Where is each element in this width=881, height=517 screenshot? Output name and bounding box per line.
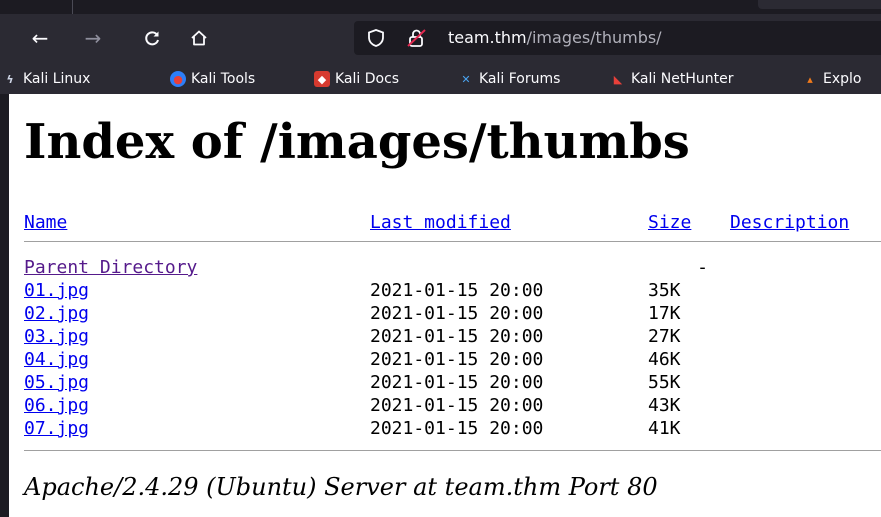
tab-strip bbox=[0, 0, 881, 14]
file-size: 17K bbox=[648, 303, 681, 324]
bookmarks-toolbar: ϟ Kali Linux ● Kali Tools ◆ Kali Docs ✕ … bbox=[0, 62, 881, 94]
bookmark-kali-nethunter[interactable]: ◣ Kali NetHunter bbox=[610, 69, 734, 89]
sort-by-modified-link[interactable]: Last modified bbox=[370, 212, 511, 233]
list-item: 05.jpg 2021-01-15 20:00 55K bbox=[24, 371, 730, 394]
tab-divider bbox=[72, 0, 73, 14]
reload-button[interactable] bbox=[138, 24, 166, 52]
kali-docs-icon: ◆ bbox=[314, 71, 330, 87]
list-item: 03.jpg 2021-01-15 20:00 27K bbox=[24, 325, 730, 348]
file-size: 35K bbox=[648, 280, 681, 301]
shield-icon bbox=[367, 28, 385, 53]
list-item: 01.jpg 2021-01-15 20:00 35K bbox=[24, 279, 730, 302]
file-size: 41K bbox=[648, 418, 681, 439]
listing-header: Name Last modified Size Description bbox=[24, 211, 849, 234]
file-modified: 2021-01-15 20:00 bbox=[370, 395, 544, 416]
insecure-lock-icon[interactable] bbox=[406, 28, 428, 53]
divider-bottom bbox=[24, 450, 881, 451]
navigation-toolbar: ← → team.thm/images/thumbs/ bbox=[0, 14, 881, 62]
file-link[interactable]: 06.jpg bbox=[24, 395, 89, 416]
file-size: 55K bbox=[648, 372, 681, 393]
file-listing: Parent Directory - 01.jpg 2021-01-15 20:… bbox=[24, 256, 730, 440]
list-item: 02.jpg 2021-01-15 20:00 17K bbox=[24, 302, 730, 325]
page-title: Index of /images/thumbs bbox=[24, 114, 690, 170]
page-content: Index of /images/thumbs Name Last modifi… bbox=[9, 94, 881, 517]
list-item: 04.jpg 2021-01-15 20:00 46K bbox=[24, 348, 730, 371]
divider-top bbox=[24, 241, 881, 242]
kali-dragon-icon: ϟ bbox=[6, 72, 14, 86]
file-link[interactable]: 07.jpg bbox=[24, 418, 89, 439]
bookmark-kali-tools[interactable]: ● Kali Tools bbox=[170, 69, 255, 89]
file-modified: 2021-01-15 20:00 bbox=[370, 349, 544, 370]
file-link[interactable]: 04.jpg bbox=[24, 349, 89, 370]
home-button[interactable] bbox=[185, 24, 213, 52]
arrow-right-icon: → bbox=[84, 26, 102, 50]
back-button[interactable]: ← bbox=[26, 24, 54, 52]
file-modified: 2021-01-15 20:00 bbox=[370, 303, 544, 324]
address-bar[interactable]: team.thm/images/thumbs/ bbox=[354, 21, 881, 55]
file-link[interactable]: 02.jpg bbox=[24, 303, 89, 324]
forward-button[interactable]: → bbox=[79, 24, 107, 52]
reload-icon bbox=[145, 31, 159, 46]
bookmark-exploit-db[interactable]: ▴ Explo bbox=[802, 69, 861, 89]
file-modified: 2021-01-15 20:00 bbox=[370, 326, 544, 347]
bookmark-label: Kali NetHunter bbox=[631, 71, 734, 87]
file-size: - bbox=[697, 257, 708, 278]
bookmark-label: Kali Linux bbox=[23, 71, 91, 87]
tab-strip-button[interactable] bbox=[758, 0, 881, 9]
bookmark-kali-linux[interactable]: ϟ Kali Linux bbox=[2, 69, 90, 89]
file-size: 43K bbox=[648, 395, 681, 416]
bookmark-kali-forums[interactable]: ✕ Kali Forums bbox=[458, 69, 560, 89]
file-link[interactable]: 03.jpg bbox=[24, 326, 89, 347]
url-host: team.thm bbox=[448, 28, 527, 47]
exploit-db-icon: ▴ bbox=[807, 72, 813, 86]
list-item-parent: Parent Directory - bbox=[24, 256, 730, 279]
sort-by-name-link[interactable]: Name bbox=[24, 212, 67, 233]
kali-nethunter-icon: ◣ bbox=[613, 72, 623, 86]
server-signature: Apache/2.4.29 (Ubuntu) Server at team.th… bbox=[24, 473, 658, 501]
list-item: 06.jpg 2021-01-15 20:00 43K bbox=[24, 394, 730, 417]
file-modified: 2021-01-15 20:00 bbox=[370, 280, 544, 301]
file-modified: 2021-01-15 20:00 bbox=[370, 418, 544, 439]
kali-forums-icon: ✕ bbox=[461, 72, 471, 86]
sort-by-description-link[interactable]: Description bbox=[730, 212, 849, 233]
parent-directory-link[interactable]: Parent Directory bbox=[24, 257, 197, 278]
bookmark-label: Explo bbox=[823, 71, 862, 87]
url-path: /images/thumbs/ bbox=[526, 28, 662, 47]
bookmark-label: Kali Docs bbox=[335, 71, 400, 87]
file-modified: 2021-01-15 20:00 bbox=[370, 372, 544, 393]
bookmark-label: Kali Forums bbox=[479, 71, 561, 87]
file-size: 27K bbox=[648, 326, 681, 347]
list-item: 07.jpg 2021-01-15 20:00 41K bbox=[24, 417, 730, 440]
home-icon bbox=[191, 30, 207, 46]
url-text[interactable]: team.thm/images/thumbs/ bbox=[448, 28, 662, 48]
file-link[interactable]: 05.jpg bbox=[24, 372, 89, 393]
file-size: 46K bbox=[648, 349, 681, 370]
bookmark-kali-docs[interactable]: ◆ Kali Docs bbox=[314, 69, 399, 89]
kali-tools-icon: ● bbox=[170, 71, 186, 87]
bookmark-label: Kali Tools bbox=[191, 71, 256, 87]
sort-by-size-link[interactable]: Size bbox=[648, 212, 691, 233]
file-link[interactable]: 01.jpg bbox=[24, 280, 89, 301]
arrow-left-icon: ← bbox=[31, 26, 49, 50]
